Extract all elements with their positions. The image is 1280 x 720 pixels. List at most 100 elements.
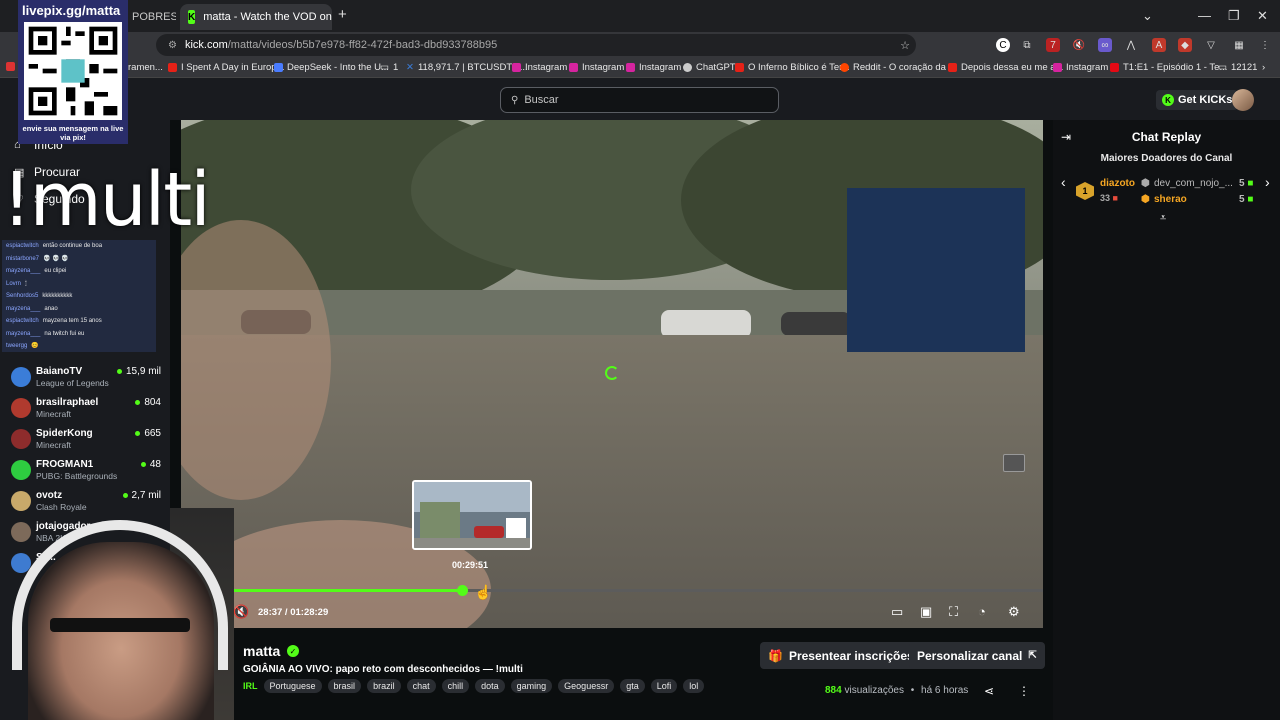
live-dot-icon (135, 400, 141, 405)
channel-avatar (11, 491, 31, 511)
bookmark-item[interactable]: Instagram (1053, 62, 1108, 73)
category-link[interactable]: IRL (243, 681, 258, 691)
bookmark-item[interactable]: I Spent A Day in Europ... (168, 62, 285, 73)
search-icon: ⚲ (511, 94, 519, 106)
extensions-puzzle-icon[interactable]: ▦ (1232, 38, 1246, 52)
vod-age: há 6 horas (921, 685, 969, 696)
browser-menu-icon[interactable]: ⋮ (1258, 38, 1272, 52)
extension-icon[interactable]: ⧉ (1020, 38, 1034, 52)
recommended-channel[interactable]: BaianoTV League of Legends 15,9 mil (11, 365, 161, 393)
bookmark-item[interactable]: T1:E1 - Episódio 1 - Te... (1110, 62, 1227, 73)
tag-chip[interactable]: brazil (367, 679, 401, 693)
views-row: 884 visualizações • há 6 horas (825, 685, 969, 696)
more-bookmarks-icon[interactable]: › (1262, 62, 1265, 73)
kick-coin-icon: K (1162, 94, 1174, 106)
tag-chip[interactable]: Geoguessr (558, 679, 615, 693)
bookmark-item[interactable]: O Inferno Bíblico é Ter... (735, 62, 850, 73)
tag-chip[interactable]: chat (406, 679, 436, 693)
user-avatar[interactable] (1232, 89, 1254, 111)
adblock-icon[interactable]: A (1152, 38, 1166, 52)
extension-icon[interactable]: ⋀ (1124, 38, 1138, 52)
seek-bar-progress (225, 589, 463, 592)
theater-mode-icon[interactable]: ▣ (920, 604, 932, 620)
mute-icon[interactable]: 🔇 (233, 604, 249, 620)
channel-name: brasilraphael (36, 397, 99, 408)
bookmark-item[interactable]: ✕ 118,971.7 | BTCUSDT P... (406, 62, 528, 73)
extension-icon[interactable]: ◆ (1178, 38, 1192, 52)
new-tab-button[interactable]: + (338, 6, 347, 23)
minimize-icon[interactable]: — (1198, 8, 1211, 23)
restore-icon[interactable]: ❐ (1228, 8, 1240, 24)
bookmark-item[interactable]: Depois dessa eu me a... (948, 62, 1063, 73)
picture-icon (1003, 454, 1025, 472)
bookmark-item[interactable]: DeepSeek - Into the U... (274, 62, 389, 73)
channel-name: BaianoTV (36, 366, 83, 377)
extension-icon[interactable]: ∞ (1098, 38, 1112, 52)
video-player[interactable]: 00:29:51 ☝ 🔇 28:37 / 01:28:29 ▭ ▣ ⛶ ◔ ⚙ (181, 120, 1043, 628)
qr-code-icon (24, 22, 122, 120)
gift-subs-label: Presentear inscrições (788, 648, 914, 663)
close-window-icon[interactable]: ✕ (1257, 8, 1268, 24)
tag-chip[interactable]: Lofi (650, 679, 678, 693)
donor-badge-icon: ⬢ (1141, 178, 1150, 189)
next-donors-icon[interactable]: › (1265, 174, 1270, 190)
channel-avatar (11, 429, 31, 449)
clip-icon[interactable]: ▭ (891, 604, 903, 620)
recommended-channel[interactable]: FROGMAN1 PUBG: Battlegrounds 48 (11, 458, 161, 486)
share-icon[interactable]: ⋖ (984, 684, 994, 698)
tab-pobres[interactable]: POBRES (120, 4, 176, 30)
bookmark-item[interactable]: ramen... (128, 62, 163, 73)
tag-chip[interactable]: brasil (327, 679, 362, 693)
tag-chip[interactable]: gaming (510, 679, 553, 693)
donor-name[interactable]: dev_com_nojo_... (1154, 178, 1233, 189)
bookmark-star-icon[interactable]: ☆ (900, 39, 910, 52)
site-info-icon[interactable]: ⚙ (168, 40, 177, 51)
recommended-channel[interactable]: SpiderKong Minecraft 665 (11, 427, 161, 455)
mute-extension-icon[interactable]: 🔇 (1072, 38, 1086, 52)
url-field[interactable]: ⚙ kick.com /matta/videos/b5b7e978-ff82-4… (156, 34, 916, 56)
recommended-channel[interactable]: ovotz Clash Royale 2,7 mil (11, 489, 161, 517)
channel-avatar (11, 522, 31, 542)
customize-channel-button[interactable]: Personalizar canal ⇱ (909, 642, 1045, 669)
tag-chip[interactable]: chill (441, 679, 470, 693)
overlay-chat-message: Lovrn 🕯 (6, 280, 27, 287)
live-dot-icon (116, 369, 122, 374)
tag-chip[interactable]: lol (683, 679, 705, 693)
expand-donors-icon[interactable]: ⩡ (1160, 212, 1166, 225)
bookmark-folder[interactable]: ▭ 12121 (1218, 62, 1257, 73)
gift-subs-button[interactable]: 🎁 Presentear inscrições (760, 642, 922, 669)
channel-name[interactable]: matta (243, 643, 280, 659)
extension-icon[interactable]: 7 (1046, 38, 1060, 52)
tag-chip[interactable]: gta (620, 679, 645, 693)
donor-amount: 33 ■ (1100, 193, 1118, 203)
extension-icon[interactable]: C (996, 38, 1010, 52)
extension-icon[interactable]: ▽ (1204, 38, 1218, 52)
seek-bar[interactable] (225, 585, 1043, 596)
get-kicks-button[interactable]: K Get KICKs (1156, 90, 1239, 110)
bookmark-item[interactable]: Instagram (626, 62, 681, 73)
live-dot-icon (135, 431, 141, 436)
fullscreen-icon[interactable]: ⛶ (949, 604, 958, 620)
bookmark-folder[interactable]: ▭ 1 (380, 62, 398, 73)
search-input[interactable]: ⚲ Buscar (500, 87, 779, 113)
live-dot-icon (140, 462, 146, 467)
views-label: visualizações (844, 685, 904, 696)
bookmark-item[interactable]: Instagram (569, 62, 624, 73)
playback-speed-icon[interactable]: ◔ (978, 604, 986, 619)
donor-name[interactable]: sherao (1154, 194, 1187, 205)
channel-name: SpiderKong (36, 428, 93, 439)
donor-name[interactable]: diazoto (1100, 178, 1135, 189)
prev-donors-icon[interactable]: ‹ (1061, 174, 1066, 190)
tab-search-icon[interactable]: ⌄ (1142, 8, 1153, 24)
bookmark-item[interactable]: ChatGPT (683, 62, 736, 73)
more-options-icon[interactable]: ⋮ (1018, 684, 1030, 698)
tag-chip[interactable]: Portuguese (263, 679, 322, 693)
bookmark-item[interactable]: Reddit - O coração da ... (840, 62, 957, 73)
loading-spinner-icon (605, 366, 619, 380)
tag-chip[interactable]: dota (475, 679, 505, 693)
address-bar-row: ⚙ kick.com /matta/videos/b5b7e978-ff82-4… (0, 32, 1280, 58)
tab-kick-vod[interactable]: K matta - Watch the VOD on Kick ✕ (180, 4, 332, 30)
recommended-channel[interactable]: brasilraphael Minecraft 804 (11, 396, 161, 424)
settings-gear-icon[interactable]: ⚙ (1008, 604, 1020, 620)
bookmark-item[interactable]: Instagram (512, 62, 567, 73)
